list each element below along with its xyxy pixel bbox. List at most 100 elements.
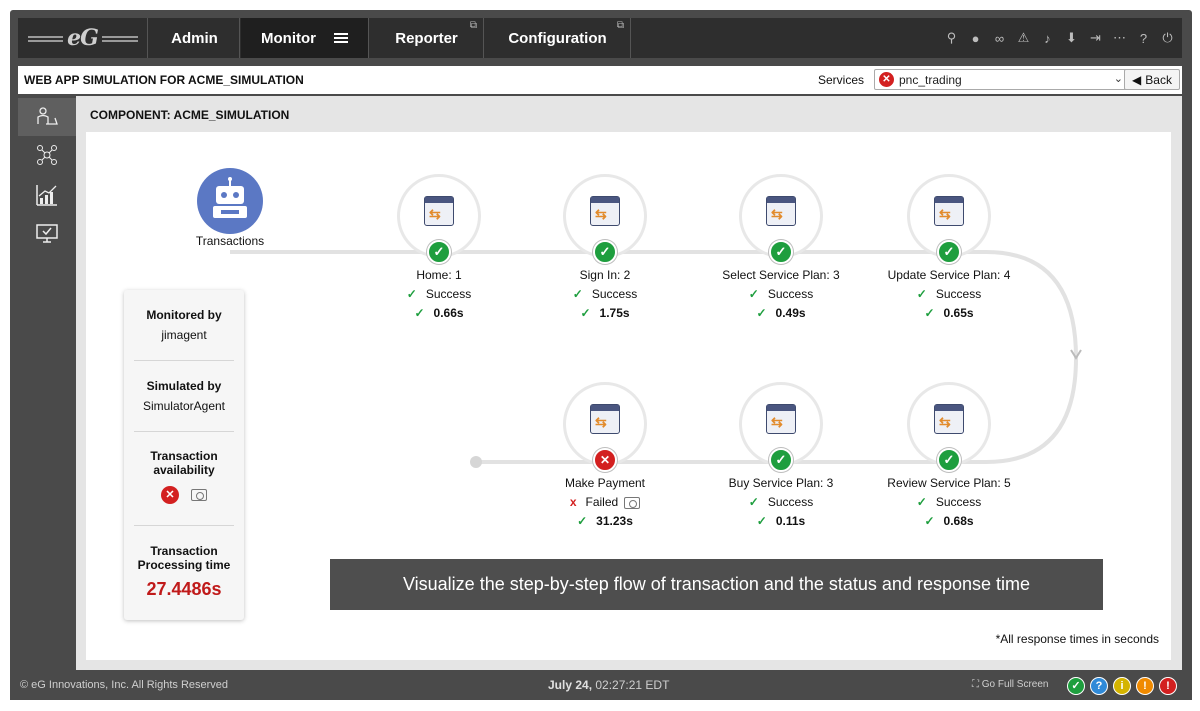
step-update-service-plan[interactable]: ⇆ ✓ Update Service Plan: 4 ✓ Success ✓ 0.6… (864, 174, 1034, 324)
error-icon: ✕ (161, 486, 179, 504)
menu-icon[interactable] (333, 31, 348, 45)
tab-reporter[interactable]: Reporter ⧉ (370, 18, 484, 58)
availability-status: ✕ (134, 486, 234, 504)
simulated-by-label: Simulated by (146, 379, 222, 393)
success-icon: ✓ (769, 240, 793, 264)
step-select-service-plan[interactable]: ⇆ ✓ Select Service Plan: 3 ✓ Success ✓ 0.4… (696, 174, 866, 324)
error-icon: ✕ (879, 72, 894, 87)
success-icon: ✓ (937, 448, 961, 472)
processing-time-value: 27.4486s (146, 579, 222, 599)
camera-icon[interactable] (191, 489, 207, 501)
step-home[interactable]: ⇆ ✓ Home: 1 ✓ Success ✓ 0.66s (354, 174, 524, 324)
browser-icon: ⇆ (590, 404, 620, 434)
alert-icon[interactable]: ⚠ (1017, 30, 1030, 46)
login-icon[interactable]: ⇥ (1089, 30, 1102, 46)
step-name: Update Service Plan: 4 (887, 268, 1011, 282)
person-laptop-icon (37, 107, 58, 125)
step-status: ✓ Success (748, 495, 814, 509)
step-time: ✓ 0.49s (756, 306, 806, 320)
check-icon: ✓ (756, 514, 767, 528)
step-time: ✓ 0.68s (924, 514, 974, 528)
footer: © eG Innovations, Inc. All Rights Reserv… (10, 672, 1192, 700)
processing-time-label: Transaction Processing time (137, 544, 231, 572)
services-select[interactable]: ✕ pnc_trading ⌄ (874, 69, 1130, 90)
step-time: ✓ 31.23s (577, 514, 633, 528)
check-icon: ✓ (572, 287, 583, 301)
status-ok-icon[interactable]: ✓ (1067, 677, 1085, 695)
info-icon[interactable]: i (1113, 677, 1131, 695)
toolbar: ⚲ ● ∞ ⚠ ♪ ⬇ ⇥ ⋯ ? ⏻ (945, 18, 1174, 58)
simulated-by-value: SimulatorAgent (142, 399, 226, 413)
external-link-icon: ⧉ (616, 20, 624, 31)
check-icon: ✓ (916, 495, 927, 509)
step-name: Buy Service Plan: 3 (728, 476, 834, 490)
copyright: © eG Innovations, Inc. All Rights Reserv… (20, 679, 229, 691)
success-icon: ✓ (427, 240, 451, 264)
help-icon[interactable]: ? (1090, 677, 1108, 695)
step-name: Make Payment (564, 476, 646, 490)
robot-avatar (197, 168, 263, 234)
check-icon: ✓ (748, 287, 759, 301)
component-title: COMPONENT: ACME_SIMULATION (90, 108, 290, 122)
response-time-note: *All response times in seconds (995, 632, 1159, 646)
sidebar-item-reports[interactable] (18, 176, 76, 214)
bell-icon[interactable]: ♪ (1041, 31, 1054, 46)
browser-icon: ⇆ (934, 404, 964, 434)
search-icon[interactable]: ⚲ (945, 30, 958, 46)
link-icon[interactable]: ∞ (993, 31, 1006, 46)
cross-icon: x (569, 495, 577, 509)
warning-icon[interactable]: ! (1136, 677, 1154, 695)
step-time: ✓ 0.11s (756, 514, 806, 528)
power-icon[interactable]: ⏻ (1161, 30, 1174, 46)
page-title: WEB APP SIMULATION FOR ACME_SIMULATION (24, 73, 304, 87)
page-header: WEB APP SIMULATION FOR ACME_SIMULATION S… (18, 66, 1182, 94)
step-name: Select Service Plan: 3 (722, 268, 840, 282)
step-sign-in[interactable]: ⇆ ✓ Sign In: 2 ✓ Success ✓ 1.75s (520, 174, 690, 324)
tab-admin[interactable]: Admin (150, 18, 240, 58)
eg-logo[interactable]: eG (18, 18, 148, 58)
back-arrow-icon: ◀ (1132, 72, 1142, 87)
step-review-service-plan[interactable]: ⇆ ✓ Review Service Plan: 5 ✓ Success ✓ 0.6… (864, 382, 1034, 532)
step-status: ✓ Success (916, 287, 982, 301)
step-status: x Failed (520, 495, 690, 509)
check-icon: ✓ (577, 514, 588, 528)
help-icon[interactable]: ? (1137, 31, 1150, 46)
camera-icon[interactable] (624, 496, 641, 509)
divider (134, 360, 234, 361)
error-icon: ✕ (593, 448, 617, 472)
more-icon[interactable]: ⋯ (1113, 30, 1126, 46)
step-status: ✓ Success (572, 287, 638, 301)
browser-icon: ⇆ (766, 196, 796, 226)
left-sidebar (18, 96, 76, 670)
check-icon: ✓ (414, 306, 425, 320)
user-icon[interactable]: ● (969, 31, 982, 46)
success-icon: ✓ (769, 448, 793, 472)
success-icon: ✓ (937, 240, 961, 264)
tab-monitor[interactable]: Monitor (241, 18, 369, 58)
sidebar-item-simulation[interactable] (18, 98, 76, 136)
step-buy-service-plan[interactable]: ⇆ ✓ Buy Service Plan: 3 ✓ Success ✓ 0.11s (696, 382, 866, 532)
check-icon: ✓ (756, 306, 767, 320)
check-icon: ✓ (924, 306, 935, 320)
start-label: Transactions (195, 234, 265, 248)
fullscreen-button[interactable]: ⛶ Go Full Screen (972, 679, 1048, 690)
info-card: Monitored by jimagent Simulated by Simul… (124, 290, 244, 620)
check-icon: ✓ (924, 514, 935, 528)
step-time: ✓ 0.66s (414, 306, 464, 320)
tab-configuration[interactable]: Configuration ⧉ (485, 18, 631, 58)
critical-icon[interactable]: ! (1159, 677, 1177, 695)
divider (134, 431, 234, 432)
back-button[interactable]: ◀ Back (1124, 69, 1180, 90)
sidebar-item-monitor[interactable] (18, 214, 76, 252)
divider (134, 525, 234, 526)
step-status: ✓ Success (748, 287, 814, 301)
sidebar-item-topology[interactable] (18, 136, 76, 174)
download-icon[interactable]: ⬇ (1065, 30, 1078, 46)
step-make-payment[interactable]: ⇆ ✕ Make Payment x Failed ✓ 31.23s (520, 382, 690, 532)
success-icon: ✓ (593, 240, 617, 264)
step-name: Home: 1 (416, 268, 462, 282)
timestamp: July 24, 02:27:21 EDT (548, 678, 670, 692)
top-nav: eG Admin Monitor Reporter ⧉ Configuration… (18, 18, 1182, 58)
services-select-value: pnc_trading (899, 73, 962, 87)
browser-icon: ⇆ (766, 404, 796, 434)
